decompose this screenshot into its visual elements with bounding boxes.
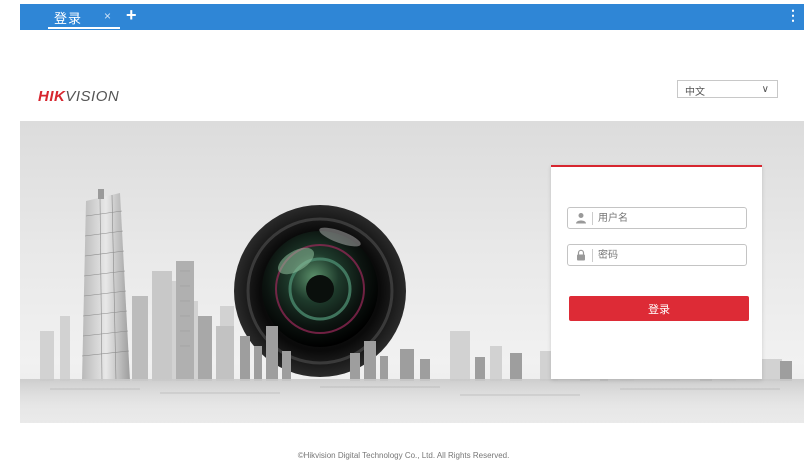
tab-title: 登录: [54, 10, 83, 26]
logo-vision: VISION: [65, 88, 120, 105]
login-card: 登录: [551, 165, 762, 379]
chevron-down-icon: ∨: [761, 84, 769, 95]
language-select[interactable]: 中文 ∨: [677, 80, 778, 98]
field-separator: [592, 249, 593, 262]
tab-active-indicator: [48, 27, 120, 29]
password-field[interactable]: [567, 244, 747, 266]
more-icon[interactable]: ⋮: [786, 7, 800, 24]
water-reflection: [20, 379, 804, 423]
hikvision-logo: HIKVISION: [38, 88, 119, 105]
user-icon: [576, 213, 586, 224]
logo-hik: HIK: [38, 88, 66, 105]
lock-icon: [577, 249, 585, 261]
plus-icon[interactable]: +: [126, 5, 137, 26]
tower-building: [81, 189, 130, 382]
username-input[interactable]: [598, 210, 738, 226]
close-icon[interactable]: ×: [104, 9, 111, 23]
field-separator: [592, 212, 593, 225]
username-field[interactable]: [567, 207, 747, 229]
password-input[interactable]: [598, 247, 738, 263]
copyright-text: ©Hikvision Digital Technology Co., Ltd. …: [297, 451, 510, 460]
tab-login[interactable]: 登录: [34, 4, 132, 30]
login-button[interactable]: 登录: [569, 296, 749, 321]
browser-tab-bar: 登录 × + ⋮: [20, 4, 804, 30]
language-value: 中文: [685, 87, 705, 98]
left-buildings: [132, 261, 234, 381]
